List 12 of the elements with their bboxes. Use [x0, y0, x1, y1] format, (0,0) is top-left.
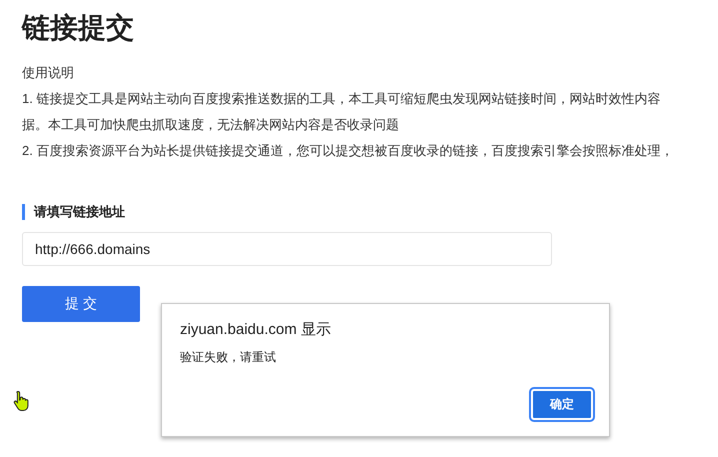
- instruction-text: 1. 链接提交工具是网站主动向百度搜索推送数据的工具，本工具可缩短爬虫发现网站链接时间，网站时效性内容: [22, 90, 660, 108]
- field-label: 请填写链接地址: [22, 204, 125, 220]
- page-title: 链接提交: [22, 11, 134, 45]
- dialog-title: ziyuan.baidu.com 显示: [180, 320, 331, 339]
- instructions-heading: 使用说明: [22, 64, 74, 82]
- ok-button[interactable]: 确定: [531, 389, 593, 420]
- url-input-field[interactable]: http://666.domains: [22, 232, 552, 266]
- instruction-text: 2. 百度搜索资源平台为站长提供链接提交通道，您可以提交想被百度收录的链接，百度搜索引擎会按照标准处理，: [22, 142, 674, 160]
- instruction-text: 据。本工具可加快爬虫抓取速度，无法解决网站内容是否收录问题: [22, 116, 399, 134]
- dialog-message: 验证失败，请重试: [180, 349, 276, 366]
- submit-button[interactable]: 提 交: [22, 286, 140, 322]
- hand-cursor-icon: [13, 390, 31, 412]
